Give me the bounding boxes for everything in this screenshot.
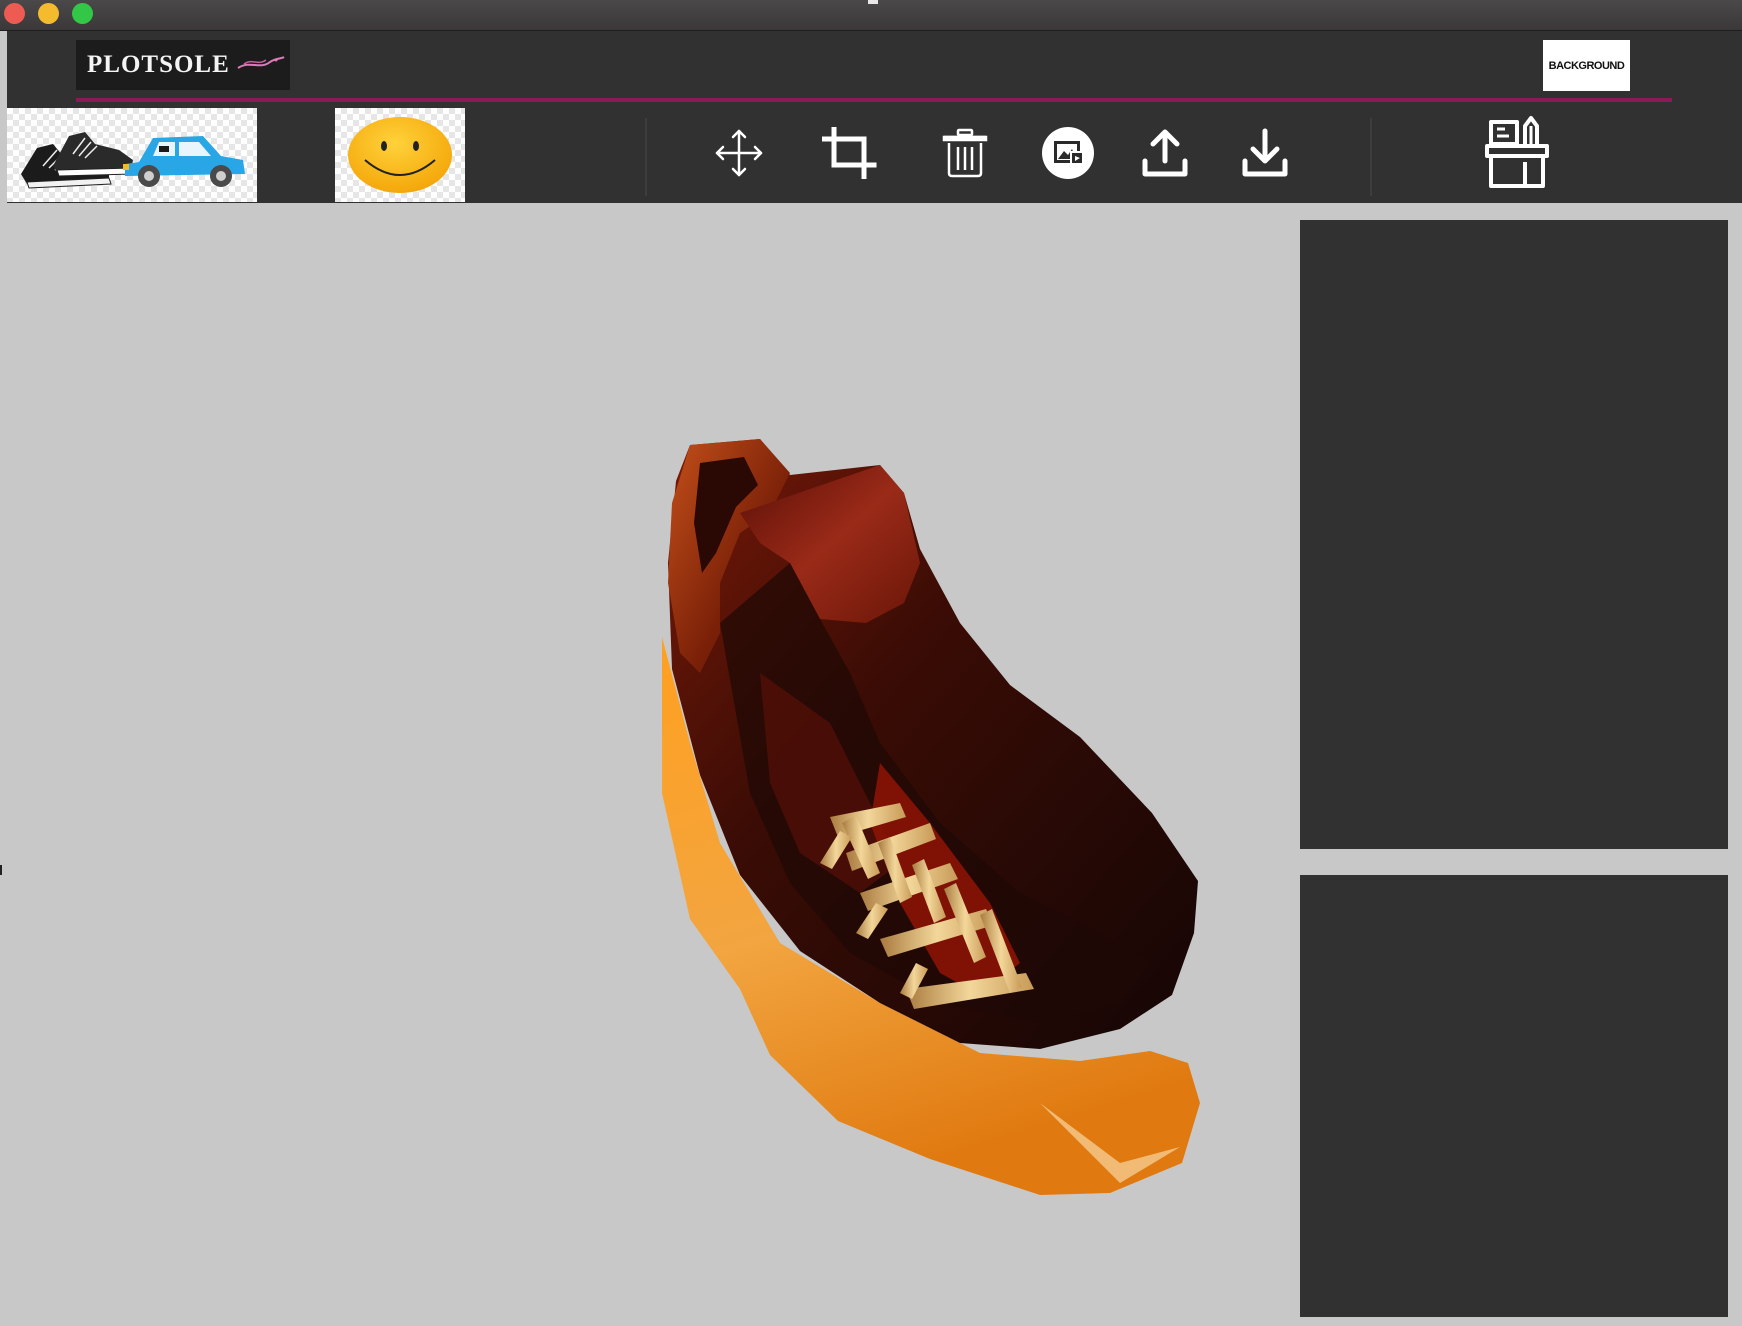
toolbar-divider-right <box>1370 118 1372 196</box>
accent-divider <box>76 98 1672 102</box>
move-tool-button[interactable] <box>707 121 771 185</box>
upload-tool-button[interactable] <box>1133 121 1197 185</box>
minimize-window-button[interactable] <box>38 3 59 24</box>
app-logo: PLOTSOLE <box>76 40 290 90</box>
sticker-smiley-thumbnail[interactable] <box>335 108 465 202</box>
toolbar <box>7 108 1742 203</box>
crop-tool-button[interactable] <box>819 121 883 185</box>
logo-text: PLOTSOLE <box>87 51 230 78</box>
shoes-car-image <box>21 132 245 189</box>
download-icon <box>1242 128 1288 177</box>
app-window: PLOTSOLE BACKGROUND <box>0 0 1742 1326</box>
header-bar: PLOTSOLE BACKGROUND <box>7 31 1742 108</box>
image-tool-button[interactable] <box>1036 121 1100 185</box>
title-bar <box>0 0 1742 31</box>
3d-viewport[interactable] <box>0 203 1300 1326</box>
workspace-tool-button[interactable] <box>1481 110 1553 194</box>
toolbar-divider-left <box>645 118 647 196</box>
sticker-shoes-car-thumbnail[interactable] <box>7 108 257 202</box>
delete-tool-button[interactable] <box>933 121 997 185</box>
properties-panel-bottom <box>1300 875 1728 1317</box>
logo-swoosh-icon <box>237 56 285 69</box>
crop-icon <box>822 127 877 179</box>
car-icon <box>123 136 245 187</box>
trash-icon <box>942 128 988 178</box>
maximize-window-button[interactable] <box>72 3 93 24</box>
viewport-edge-marker <box>0 865 2 875</box>
properties-panel-top <box>1300 220 1728 849</box>
sneakers-icon <box>21 132 134 189</box>
upload-icon <box>1142 129 1188 177</box>
background-button[interactable]: BACKGROUND <box>1543 40 1630 91</box>
desk-icon <box>1485 116 1549 188</box>
sneaker-3d-model[interactable] <box>0 203 1300 1326</box>
download-tool-button[interactable] <box>1233 121 1297 185</box>
title-marker <box>868 0 878 4</box>
image-icon <box>1042 127 1094 179</box>
close-window-button[interactable] <box>4 3 25 24</box>
move-icon <box>715 129 763 177</box>
smiley-icon <box>348 117 452 193</box>
